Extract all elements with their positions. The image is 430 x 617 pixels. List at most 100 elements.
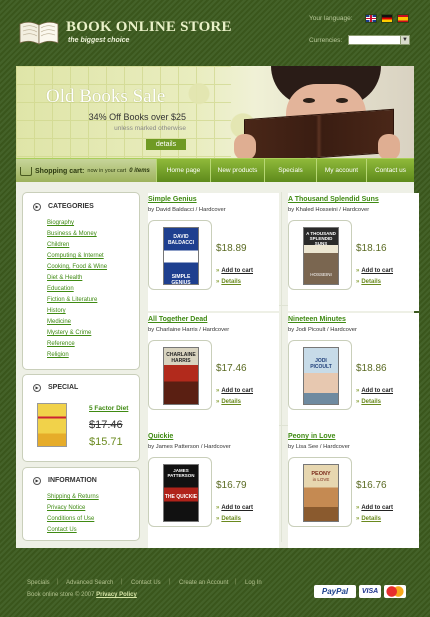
footer-separator: | [169,579,171,585]
category-link[interactable]: Reference [47,341,75,347]
footer-link-create-account[interactable]: Create an Account [179,580,228,586]
cover-subtext: in LOVE [312,477,330,482]
product-image-frame[interactable]: PEONY in LOVE [288,457,352,527]
category-link[interactable]: Business & Money [47,231,97,237]
product-title[interactable]: Peony in Love [288,433,335,440]
info-link[interactable]: Shipping & Returns [47,494,99,500]
categories-title: CATEGORIES [48,203,94,210]
category-link[interactable]: Education [47,286,74,292]
english-flag-icon[interactable] [365,14,377,23]
special-new-price: $15.71 [89,436,123,448]
book-cover: CHARLAINE HARRIS [163,347,199,405]
product-card: Quickie by James Patterson / Hardcover J… [148,430,279,548]
cover-text: JAMES PATTERSON [167,468,195,478]
information-title: INFORMATION [48,477,97,484]
info-link[interactable]: Privacy Notice [47,505,85,511]
category-link[interactable]: Computing & Internet [47,253,104,259]
spanish-flag-icon[interactable] [397,14,409,23]
currency-select[interactable]: ▼ [348,35,410,45]
nav-home[interactable]: Home page [156,159,210,183]
banner-hand [378,134,400,158]
arrow-icon: » [356,505,360,511]
product-card: Simple Genius by David Baldacci / Hardco… [148,193,279,311]
product-author: by Charlaine Harris / Hardcover [148,327,230,333]
details-label: Details [221,279,242,285]
cart-count: 0 items [129,168,150,174]
product-author: by Jodi Picoult / Hardcover [288,327,357,333]
category-link[interactable]: Children [47,242,69,248]
book-cover: DAVID BALDACCI SIMPLE GENIUS [163,227,199,286]
arrow-icon: » [216,505,220,511]
footer-separator: | [235,579,237,585]
product-image-frame[interactable]: A THOUSAND SPLENDID SUNS HOSSEINI [288,220,352,290]
footer-link-contact[interactable]: Contact Us [131,580,161,586]
add-to-cart-link[interactable]: » Add to cart [216,268,253,274]
special-book-cover[interactable] [37,403,67,447]
product-image-frame[interactable]: JAMES PATTERSON THE QUICKIE [148,457,212,527]
category-link[interactable]: Cooking, Food & Wine [47,264,107,270]
product-title[interactable]: Quickie [148,433,173,440]
privacy-policy-link[interactable]: Privacy Policy [96,592,137,598]
product-title[interactable]: Nineteen Minutes [288,316,346,323]
category-link[interactable]: Mystery & Crime [47,330,91,336]
chevron-down-icon[interactable]: ▼ [400,36,409,44]
product-card: All Together Dead by Charlaine Harris / … [148,313,279,431]
details-label: Details [361,399,382,405]
category-link[interactable]: History [47,308,66,314]
add-to-cart-link[interactable]: » Add to cart [356,505,393,511]
product-image-frame[interactable]: DAVID BALDACCI SIMPLE GENIUS [148,220,212,290]
german-flag-icon[interactable] [381,14,393,23]
details-link[interactable]: » Details [216,279,241,285]
nav-contact-us[interactable]: Contact us [366,159,414,183]
cover-subtext: THE QUICKIE [164,494,198,500]
footer-link-login[interactable]: Log In [245,580,262,586]
product-image-frame[interactable]: JODI PICOULT [288,340,352,410]
product-title[interactable]: All Together Dead [148,316,207,323]
product-title[interactable]: A Thousand Splendid Suns [288,196,379,203]
details-link[interactable]: » Details [356,399,381,405]
details-link[interactable]: » Details [356,516,381,522]
cover-text: DAVID BALDACCI [167,234,195,246]
footer-link-specials[interactable]: Specials [27,580,50,586]
category-link[interactable]: Medicine [47,319,71,325]
special-book-link[interactable]: 5 Factor Diet [89,405,128,412]
shopping-cart[interactable]: Shopping cart: now in your cart 0 items [16,159,156,183]
arrow-icon: » [356,399,360,405]
product-price: $16.76 [356,480,387,491]
book-cover: A THOUSAND SPLENDID SUNS HOSSEINI [303,227,339,285]
book-cover: PEONY in LOVE [303,464,339,522]
cover-text: JODI PICOULT [310,358,332,370]
add-to-cart-link[interactable]: » Add to cart [216,388,253,394]
add-to-cart-link[interactable]: » Add to cart [356,388,393,394]
info-link[interactable]: Contact Us [47,527,77,533]
add-to-cart-link[interactable]: » Add to cart [356,268,393,274]
info-link[interactable]: Conditions of Use [47,516,94,522]
banner-eye [336,98,348,103]
currencies-label: Currencies: [309,37,343,44]
book-cover: JODI PICOULT [303,347,339,405]
banner-eye [303,98,315,103]
product-author: by Khaled Hosseini / Hardcover [288,207,370,213]
nav-specials[interactable]: Specials [264,159,316,183]
details-link[interactable]: » Details [216,399,241,405]
cart-now-text: now in your cart [87,168,127,174]
banner-details-button[interactable]: details [146,139,186,150]
category-link[interactable]: Diet & Health [47,275,82,281]
details-link[interactable]: » Details [216,516,241,522]
category-link[interactable]: Biography [47,220,74,226]
category-link[interactable]: Fiction & Literature [47,297,97,303]
store-tagline: the biggest choice [68,37,130,44]
product-author: by Lisa See / Hardcover [288,444,350,450]
product-image-frame[interactable]: CHARLAINE HARRIS [148,340,212,410]
paypal-logo: PayPal [314,585,356,598]
add-to-cart-link[interactable]: » Add to cart [216,505,253,511]
add-to-cart-label: Add to cart [361,505,394,511]
arrow-icon: » [356,279,360,285]
add-to-cart-label: Add to cart [221,388,254,394]
nav-new-products[interactable]: New products [210,159,264,183]
nav-my-account[interactable]: My account [316,159,366,183]
details-link[interactable]: » Details [356,279,381,285]
product-title[interactable]: Simple Genius [148,196,197,203]
category-link[interactable]: Religion [47,352,69,358]
footer-link-advanced-search[interactable]: Advanced Search [66,580,113,586]
